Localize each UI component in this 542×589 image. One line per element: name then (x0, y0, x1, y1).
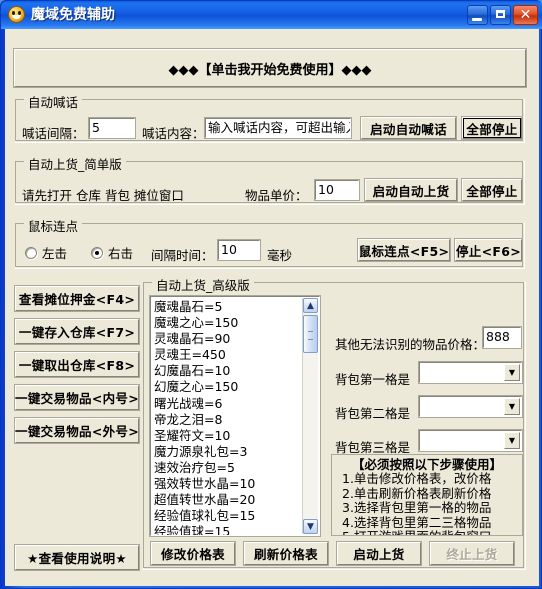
shout-interval-label: 喊话间隔： (22, 126, 85, 141)
refresh-price-table-button[interactable]: 刷新价格表 (243, 541, 329, 566)
radio-left-click-indicator (25, 246, 37, 259)
price-list-item[interactable]: 速效治疗包=5 (154, 460, 300, 476)
maximize-button[interactable] (490, 5, 511, 25)
advanced-stop-button[interactable]: 终止上货 (429, 541, 515, 566)
click-interval-input[interactable]: 10 (217, 239, 261, 261)
radio-right-click[interactable]: 右击 (91, 243, 133, 262)
price-list-box[interactable]: 魔魂晶石=5 魔魂之心=150 灵魂晶石=90 灵魂王=450 幻魔晶石=10 幻魔之心=… (149, 295, 321, 537)
slot2-label: 背包第二格是 (335, 406, 411, 421)
chevron-down-icon[interactable]: ▼ (504, 364, 520, 381)
usage-step-line: 4.选择背包里第二三格物品 (342, 514, 492, 530)
shout-content-input[interactable]: 输入喊话内容，可超出输入 (204, 117, 352, 139)
usage-steps-panel: 【必须按照以下步骤使用】 1.单击修改价格表，改价格 2.单击刷新价格表刷新价格 3… (331, 454, 523, 536)
close-button[interactable]: ✕ (513, 5, 538, 25)
price-list-item[interactable]: 经验值球礼包=15 (154, 508, 300, 524)
price-list-item[interactable]: 圣耀符文=10 (154, 428, 300, 444)
shout-group-title: 自动喊话 (24, 92, 83, 111)
edit-price-table-button[interactable]: 修改价格表 (150, 541, 236, 566)
item-price-label: 物品单价： (245, 188, 308, 203)
simple-upload-hint: 请先打开 仓库 背包 摊位窗口 (22, 188, 184, 203)
scrollbar-thumb[interactable] (303, 315, 318, 353)
chevron-down-icon[interactable]: ▼ (504, 398, 520, 415)
advanced-start-button[interactable]: 启动上货 (336, 541, 422, 566)
price-list-item[interactable]: 魔力源泉礼包=3 (154, 444, 300, 460)
other-price-label: 其他无法识别的物品价格： (335, 337, 486, 352)
autoclick-group-title: 鼠标连点 (24, 216, 83, 235)
price-list-item[interactable]: 幻魔晶石=10 (154, 363, 300, 379)
trade-items-outer-button[interactable]: 一键交易物品<外号> (14, 417, 140, 444)
shout-interval-input[interactable]: 5 (88, 117, 136, 139)
window-title: 魔域免费辅助 (31, 7, 115, 23)
chevron-down-icon[interactable]: ▼ (504, 432, 520, 449)
click-interval-unit: 毫秒 (267, 248, 293, 263)
price-list-item[interactable]: 幻魔之心=150 (154, 379, 300, 395)
price-list-item[interactable]: 魔魂之心=150 (154, 315, 300, 331)
app-window: 魔域免费辅助 ✕ ◆◆◆【单击我开始免费使用】◆◆◆ 自动喊话 喊话间隔： 5 … (0, 0, 542, 589)
autoclick-stop-button[interactable]: 停止<F6> (454, 238, 523, 262)
shout-stop-button[interactable]: 全部停止 (461, 116, 523, 140)
usage-steps-lines: 1.单击修改价格表，改价格 2.单击刷新价格表刷新价格 3.选择背包里第一格的物品 4… (334, 471, 520, 535)
radio-left-click[interactable]: 左击 (25, 243, 67, 262)
price-list-item[interactable]: 灵魂晶石=90 (154, 331, 300, 347)
simple-upload-start-button[interactable]: 启动自动上货 (364, 178, 458, 202)
price-list-scrollbar[interactable]: ▲ ▼ (302, 298, 318, 534)
price-list-item[interactable]: 强效转世水晶=10 (154, 476, 300, 492)
slot3-combo[interactable]: ▼ (418, 429, 523, 452)
price-list-item[interactable]: 曙光战魂=6 (154, 396, 300, 412)
view-stall-deposit-button[interactable]: 查看摊位押金<F4> (14, 285, 140, 312)
simple-upload-group-title: 自动上货_简单版 (24, 154, 126, 173)
radio-right-click-label: 右击 (108, 246, 134, 261)
client-area: ◆◆◆【单击我开始免费使用】◆◆◆ 自动喊话 喊话间隔： 5 喊话内容： 输入喊… (5, 29, 539, 586)
slot1-combo[interactable]: ▼ (418, 361, 523, 384)
store-to-warehouse-button[interactable]: 一键存入仓库<F7> (14, 318, 140, 345)
scroll-up-icon[interactable]: ▲ (303, 298, 318, 313)
usage-step-line: 3.选择背包里第一格的物品 (342, 500, 492, 516)
price-list-item[interactable]: 超值转世水晶=20 (154, 492, 300, 508)
simple-upload-stop-button[interactable]: 全部停止 (461, 178, 523, 202)
scroll-down-icon[interactable]: ▼ (303, 519, 318, 534)
take-from-warehouse-button[interactable]: 一键取出仓库<F8> (14, 351, 140, 378)
shout-content-label: 喊话内容： (142, 126, 205, 141)
item-price-input[interactable]: 10 (314, 179, 360, 201)
radio-right-click-indicator (91, 246, 103, 259)
price-list-item[interactable]: 魔魂晶石=5 (154, 299, 300, 315)
minimize-button[interactable] (467, 5, 488, 25)
shout-start-button[interactable]: 启动自动喊话 (360, 116, 457, 140)
slot2-combo[interactable]: ▼ (418, 395, 523, 418)
trade-items-inner-button[interactable]: 一键交易物品<内号> (14, 384, 140, 411)
usage-step-line: 1.单击修改价格表，改价格 (342, 471, 492, 487)
other-price-input[interactable]: 888 (482, 326, 522, 349)
start-free-use-banner[interactable]: ◆◆◆【单击我开始免费使用】◆◆◆ (13, 48, 527, 88)
title-bar: 魔域免费辅助 ✕ (1, 1, 542, 29)
smiley-face-icon (8, 6, 25, 23)
slot1-label: 背包第一格是 (335, 372, 411, 387)
view-instructions-button[interactable]: ★查看使用说明★ (14, 544, 140, 571)
usage-step-line: 5.打开游戏里面的背包窗口 (334, 529, 520, 535)
close-icon: ✕ (519, 7, 532, 23)
usage-step-line: 2.单击刷新价格表刷新价格 (342, 485, 492, 501)
advanced-upload-group-title: 自动上货_高级版 (152, 275, 254, 294)
price-list-item[interactable]: 帝龙之泪=8 (154, 412, 300, 428)
usage-steps-title: 【必须按照以下步骤使用】 (351, 457, 502, 472)
price-list-item[interactable]: 灵魂王=450 (154, 347, 300, 363)
price-list-rows: 魔魂晶石=5 魔魂之心=150 灵魂晶石=90 灵魂王=450 幻魔晶石=10 幻魔之心=… (154, 299, 300, 535)
autoclick-start-button[interactable]: 鼠标连点<F5> (357, 238, 451, 262)
click-interval-label: 间隔时间： (151, 248, 214, 263)
price-list-item[interactable]: 经验值球=15 (154, 524, 300, 535)
radio-left-click-label: 左击 (42, 246, 68, 261)
